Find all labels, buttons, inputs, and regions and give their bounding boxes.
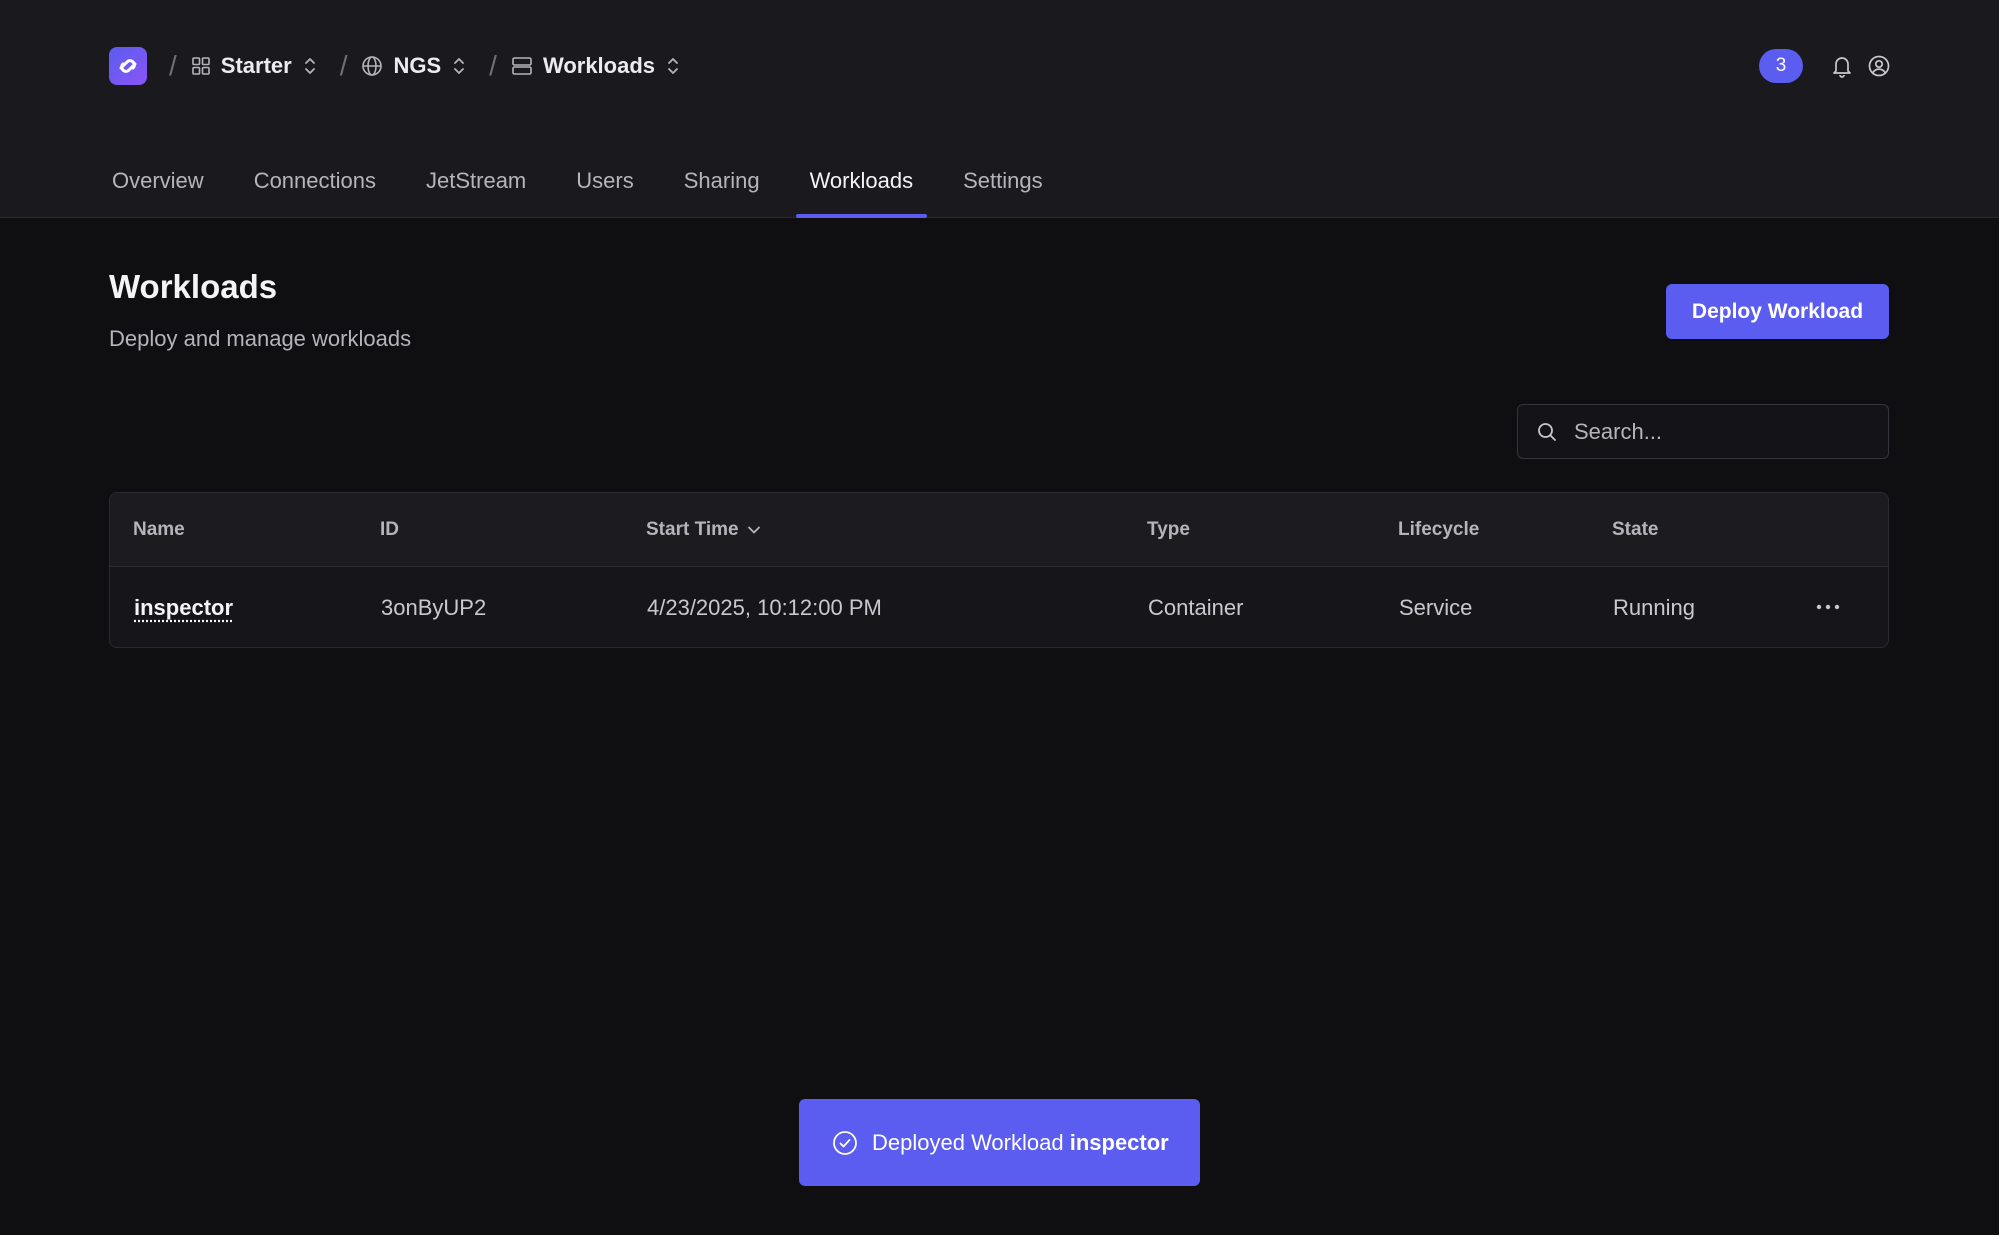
search-input[interactable]: [1574, 418, 1864, 445]
breadcrumb-separator: /: [489, 50, 497, 81]
breadcrumb-label: Workloads: [542, 53, 656, 78]
column-header-lifecycle[interactable]: Lifecycle: [1398, 493, 1479, 567]
bell-icon[interactable]: [1831, 54, 1853, 78]
breadcrumb-separator: /: [169, 50, 177, 81]
tab-workloads[interactable]: Workloads: [795, 150, 928, 218]
workload-type: Container: [1148, 595, 1244, 620]
breadcrumb: / Starter / NGS / Workloads: [109, 46, 681, 86]
toast-message: Deployed Workload inspector: [872, 1130, 1169, 1156]
logo-icon: [119, 59, 137, 73]
breadcrumb-item-starter[interactable]: Starter: [191, 53, 318, 79]
workload-start-time: 4/23/2025, 10:12:00 PM: [647, 595, 882, 620]
chevron-up-down-icon: [454, 58, 465, 74]
column-header-name[interactable]: Name: [133, 493, 185, 567]
tab-connections[interactable]: Connections: [240, 150, 390, 218]
breadcrumb-item-ngs[interactable]: NGS: [361, 53, 467, 79]
breadcrumb-label: Starter: [220, 53, 292, 78]
search-icon: [1538, 422, 1556, 441]
tab-users[interactable]: Users: [562, 150, 647, 218]
check-circle-icon: [833, 1130, 857, 1155]
chevron-down-icon: [747, 526, 760, 534]
table-header: Name ID Start Time Type Lifecycle State: [110, 493, 1888, 567]
tab-overview[interactable]: Overview: [98, 150, 218, 218]
globe-icon: [362, 56, 383, 76]
grid-icon: [191, 57, 210, 75]
app-logo[interactable]: [109, 47, 147, 85]
page-title: Workloads: [109, 268, 278, 305]
toast-prefix: Deployed Workload: [872, 1129, 1064, 1155]
workload-state: Running: [1613, 595, 1695, 620]
user-account-icon[interactable]: [1867, 54, 1891, 78]
toast-workload-name: inspector: [1069, 1129, 1169, 1155]
tab-jetstream[interactable]: JetStream: [412, 150, 540, 218]
header-actions: 3: [1759, 48, 1891, 84]
table-row: inspector 3onByUP2 4/23/2025, 10:12:00 P…: [110, 567, 1888, 647]
tab-sharing[interactable]: Sharing: [670, 150, 774, 218]
column-header-state[interactable]: State: [1612, 493, 1658, 567]
tab-settings[interactable]: Settings: [949, 150, 1057, 218]
notification-count-badge[interactable]: 3: [1759, 49, 1803, 83]
workload-lifecycle: Service: [1399, 595, 1473, 620]
section-tabs: Overview Connections JetStream Users Sha…: [98, 150, 1079, 218]
column-header-label: Start Time: [646, 519, 739, 540]
column-header-type[interactable]: Type: [1147, 493, 1190, 567]
deploy-workload-button[interactable]: Deploy Workload: [1666, 284, 1889, 339]
workloads-table: Name ID Start Time Type Lifecycle State …: [109, 492, 1889, 648]
top-header: / Starter / NGS / Workloads 3 Overview C…: [0, 0, 1999, 218]
page-subtitle: Deploy and manage workloads: [109, 326, 412, 351]
more-horizontal-icon: [1816, 604, 1840, 610]
column-header-id[interactable]: ID: [380, 493, 399, 567]
chevron-up-down-icon: [668, 58, 678, 74]
column-header-start-time[interactable]: Start Time: [646, 493, 763, 567]
workload-id: 3onByUP2: [381, 595, 487, 620]
workload-name-link[interactable]: inspector: [134, 567, 233, 647]
row-actions-button[interactable]: [1808, 589, 1848, 625]
breadcrumb-separator: /: [339, 50, 348, 81]
breadcrumb-item-workloads[interactable]: Workloads: [511, 53, 681, 79]
breadcrumb-label: NGS: [393, 53, 442, 78]
server-icon: [512, 57, 532, 75]
search-container: [1517, 404, 1889, 459]
success-toast: Deployed Workload inspector: [799, 1099, 1200, 1186]
chevron-up-down-icon: [304, 58, 315, 74]
